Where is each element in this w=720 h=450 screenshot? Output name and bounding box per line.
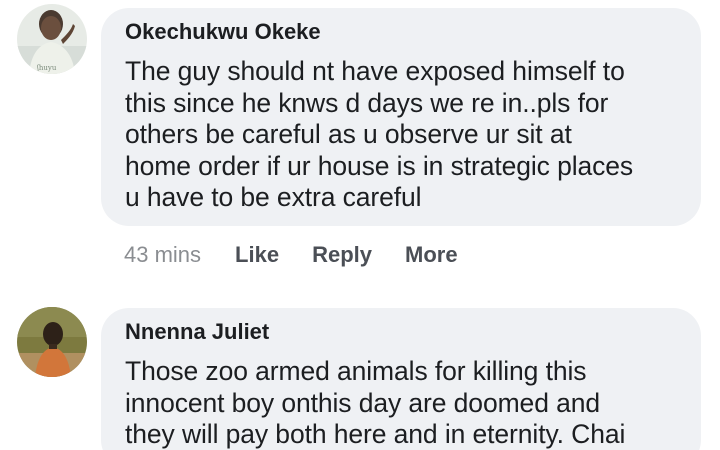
like-button[interactable]: Like	[235, 242, 279, 268]
comment-feed: ʃhuyu Okechukwu Okeke The guy should nt …	[0, 0, 720, 450]
comment-actions: 43 mins Like Reply More	[124, 240, 491, 270]
profile-photo-icon: ʃhuyu	[17, 4, 87, 74]
svg-text:ʃhuyu: ʃhuyu	[36, 64, 57, 72]
comment-timestamp[interactable]: 43 mins	[124, 242, 201, 268]
comment-text: Those zoo armed animals for killing this…	[125, 356, 626, 449]
reply-button[interactable]: Reply	[312, 242, 372, 268]
avatar[interactable]	[17, 307, 87, 377]
comment-bubble: Okechukwu Okeke The guy should nt have e…	[101, 8, 701, 226]
more-button[interactable]: More	[405, 242, 458, 268]
comment-bubble: Nnenna Juliet Those zoo armed animals fo…	[101, 308, 701, 450]
comment-author[interactable]: Nnenna Juliet	[125, 319, 677, 345]
comment-text: The guy should nt have exposed himself t…	[125, 56, 634, 212]
avatar[interactable]: ʃhuyu	[17, 4, 87, 74]
profile-photo-icon	[17, 307, 87, 377]
comment-author[interactable]: Okechukwu Okeke	[125, 19, 677, 45]
